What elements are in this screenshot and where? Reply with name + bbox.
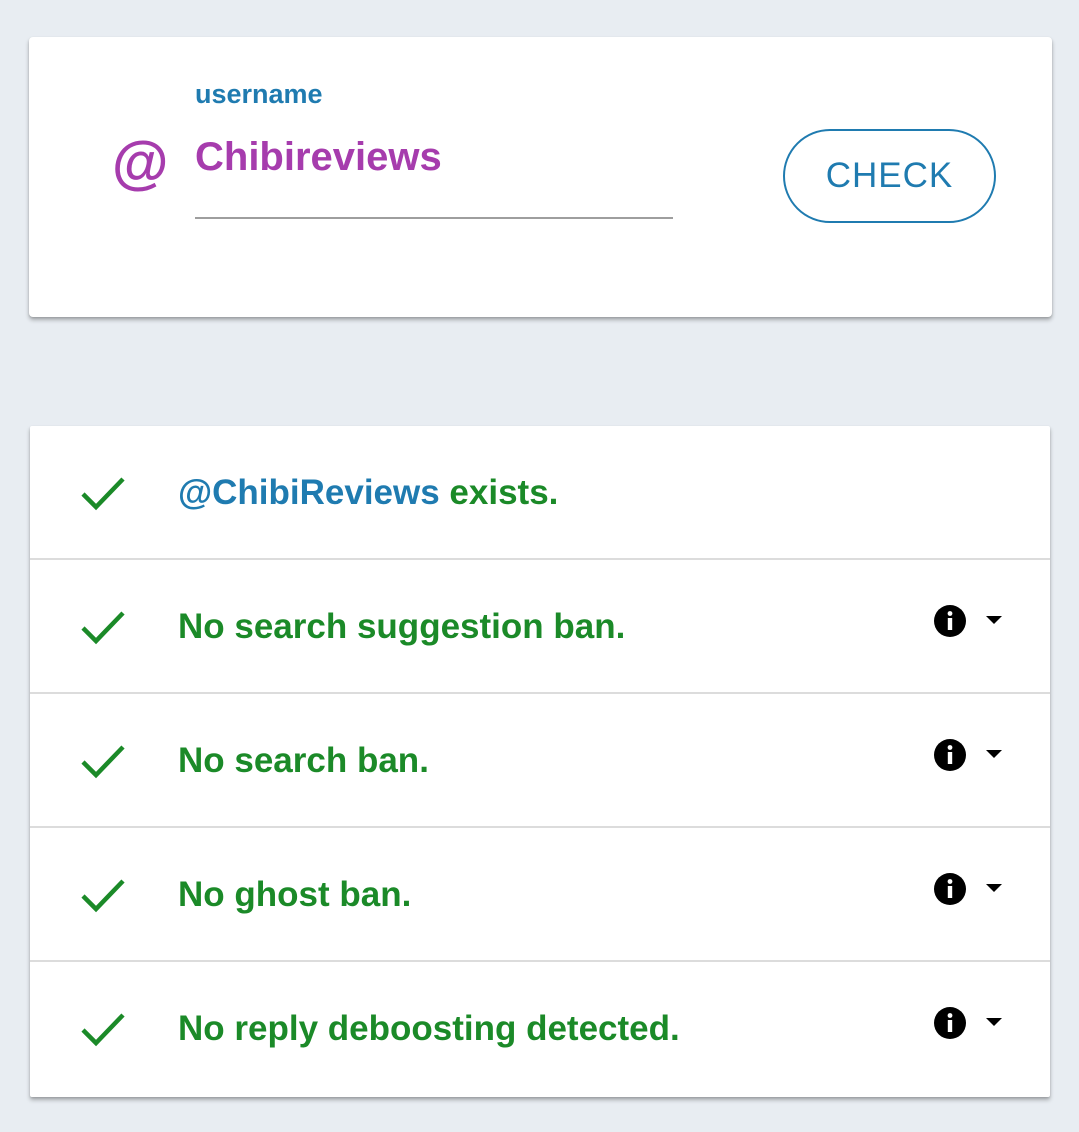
result-row-search-suggestion-ban: No search suggestion ban. (30, 558, 1050, 692)
result-text: @ChibiReviews exists. (178, 472, 558, 514)
result-row-exists: @ChibiReviews exists. (30, 426, 1050, 560)
chevron-down-icon[interactable] (985, 748, 1003, 760)
check-icon (81, 745, 125, 779)
chevron-down-icon[interactable] (985, 1016, 1003, 1028)
username-search-card: @ username CHECK (29, 37, 1052, 317)
info-icon[interactable] (933, 872, 967, 906)
at-sign-icon: @ (111, 131, 168, 196)
result-text: No ghost ban. (178, 875, 412, 914)
result-text: No search ban. (178, 741, 429, 780)
result-handle[interactable]: @ChibiReviews (178, 473, 440, 512)
result-row-reply-deboosting: No reply deboosting detected. (30, 960, 1050, 1094)
result-text: No reply deboosting detected. (178, 1009, 680, 1048)
check-icon (81, 879, 125, 913)
username-label: username (195, 79, 323, 109)
username-input[interactable] (195, 135, 673, 219)
check-button[interactable]: CHECK (783, 129, 996, 223)
chevron-down-icon[interactable] (985, 882, 1003, 894)
result-text: No search suggestion ban. (178, 607, 626, 646)
info-icon[interactable] (933, 604, 967, 638)
results-card: @ChibiReviews exists. No search suggesti… (30, 426, 1050, 1097)
chevron-down-icon[interactable] (985, 614, 1003, 626)
info-icon[interactable] (933, 738, 967, 772)
check-icon (81, 611, 125, 645)
result-text-suffix: exists. (439, 473, 559, 512)
check-icon (81, 1013, 125, 1047)
check-icon (81, 477, 125, 511)
result-row-ghost-ban: No ghost ban. (30, 826, 1050, 960)
info-icon[interactable] (933, 1006, 967, 1040)
result-row-search-ban: No search ban. (30, 692, 1050, 826)
